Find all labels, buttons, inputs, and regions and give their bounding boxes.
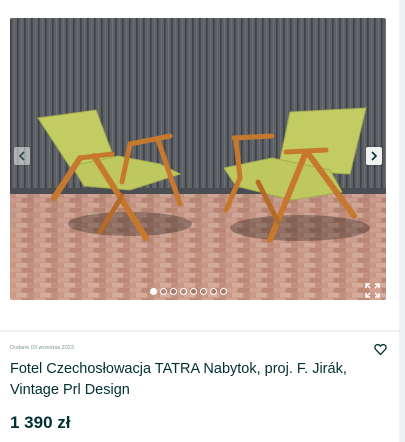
photo-dot-7[interactable] bbox=[210, 288, 217, 295]
photo-pagination bbox=[150, 288, 227, 295]
photo-dot-6[interactable] bbox=[200, 288, 207, 295]
listing-page: Dodane 03 września 2023 Fotel Czechosłow… bbox=[0, 0, 405, 442]
listing-price: 1 390 zł bbox=[10, 413, 71, 432]
chevron-right-icon bbox=[370, 151, 378, 161]
photo-dot-2[interactable] bbox=[160, 288, 167, 295]
fullscreen-button[interactable] bbox=[365, 283, 380, 298]
photo-dot-8[interactable] bbox=[220, 288, 227, 295]
expand-icon bbox=[365, 283, 380, 302]
photo-dot-5[interactable] bbox=[190, 288, 197, 295]
photo-dot-3[interactable] bbox=[170, 288, 177, 295]
listing-photo[interactable] bbox=[10, 18, 386, 300]
listing-title[interactable]: Fotel Czechosłowacja TATRA Nabytok, proj… bbox=[10, 359, 360, 401]
gallery-card bbox=[0, 0, 399, 330]
favorite-button[interactable] bbox=[374, 343, 387, 356]
photo-dot-1[interactable] bbox=[150, 288, 157, 295]
previous-photo-button[interactable] bbox=[14, 147, 30, 165]
photo-dot-4[interactable] bbox=[180, 288, 187, 295]
heart-icon bbox=[374, 343, 387, 360]
next-photo-button[interactable] bbox=[366, 147, 382, 165]
chevron-left-icon bbox=[18, 151, 26, 161]
listing-date: Dodane 03 września 2023 bbox=[10, 345, 74, 351]
